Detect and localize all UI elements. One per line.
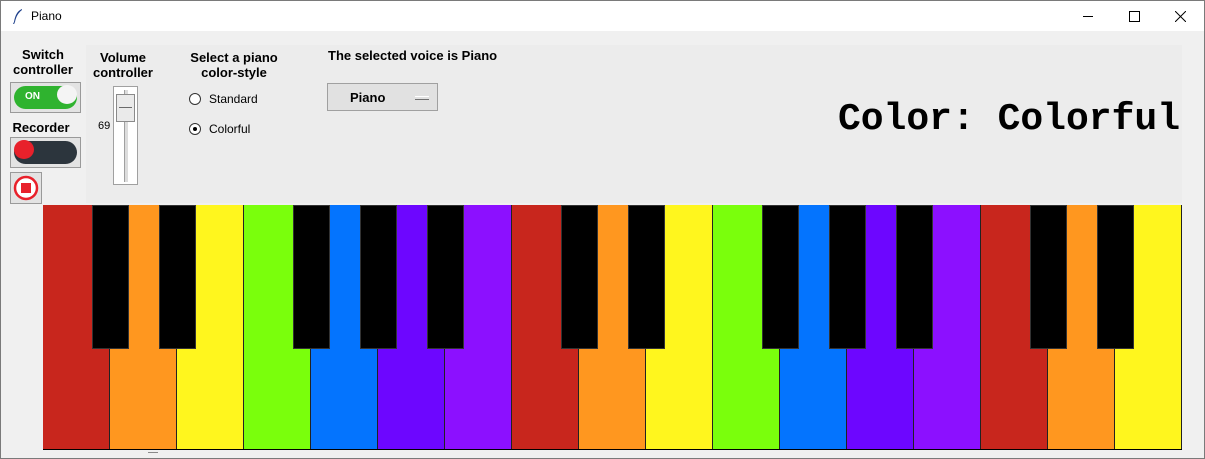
- radio-standard[interactable]: Standard: [189, 92, 258, 106]
- radio-colorful[interactable]: Colorful: [189, 122, 250, 136]
- black-key-g-sharp[interactable]: [360, 205, 397, 349]
- black-key-g-sharp[interactable]: [829, 205, 866, 349]
- recorder-label: Recorder: [12, 120, 70, 135]
- radio-button-icon: [189, 123, 201, 135]
- toggle-knob: [57, 85, 77, 104]
- radio-colorful-label: Colorful: [209, 122, 251, 136]
- toggle-state-text: ON: [25, 91, 40, 102]
- radio-standard-label: Standard: [209, 92, 258, 106]
- stop-icon: [13, 175, 39, 201]
- black-key-f-sharp[interactable]: [293, 205, 330, 349]
- feather-icon: [13, 9, 22, 24]
- recorder-toggle[interactable]: [10, 137, 81, 168]
- voice-dropdown-value: Piano: [350, 90, 386, 105]
- close-icon: [1174, 10, 1186, 22]
- minimize-icon: [1083, 15, 1093, 17]
- window-title: Piano: [31, 9, 62, 23]
- switch-controller-label: Switch controller: [13, 47, 73, 77]
- maximize-button[interactable]: [1111, 1, 1157, 31]
- black-key-c-sharp[interactable]: [1030, 205, 1067, 349]
- black-key-c-sharp[interactable]: [92, 205, 129, 349]
- minimize-button[interactable]: [1065, 1, 1111, 31]
- color-style-label: Select a piano color-style: [190, 50, 278, 80]
- radio-button-icon: [189, 93, 201, 105]
- volume-controller-label: Volume controller: [93, 50, 153, 80]
- close-button[interactable]: [1157, 1, 1203, 31]
- slider-thumb[interactable]: [116, 94, 135, 122]
- selected-voice-label: The selected voice is Piano: [328, 48, 498, 63]
- dropdown-indicator-icon: [415, 96, 429, 100]
- stop-button[interactable]: [10, 172, 42, 204]
- record-icon: [14, 140, 34, 159]
- color-style-display: Color: Colorful: [837, 98, 1180, 141]
- black-key-a-sharp[interactable]: [896, 205, 933, 349]
- black-key-f-sharp[interactable]: [762, 205, 799, 349]
- volume-slider[interactable]: [113, 86, 138, 185]
- black-key-c-sharp[interactable]: [561, 205, 598, 349]
- switch-controller-toggle[interactable]: ON: [10, 82, 81, 113]
- scrollbar-mark: [148, 452, 158, 457]
- title-bar: Piano: [1, 1, 1204, 31]
- black-key-d-sharp[interactable]: [628, 205, 665, 349]
- black-key-d-sharp[interactable]: [1097, 205, 1134, 349]
- volume-value: 69: [98, 120, 111, 132]
- voice-dropdown[interactable]: Piano: [327, 83, 438, 111]
- black-key-a-sharp[interactable]: [427, 205, 464, 349]
- black-key-d-sharp[interactable]: [159, 205, 196, 349]
- horizontal-scrollbar[interactable]: [43, 450, 1182, 457]
- maximize-icon: [1128, 10, 1140, 22]
- piano-keyboard: [43, 205, 1182, 450]
